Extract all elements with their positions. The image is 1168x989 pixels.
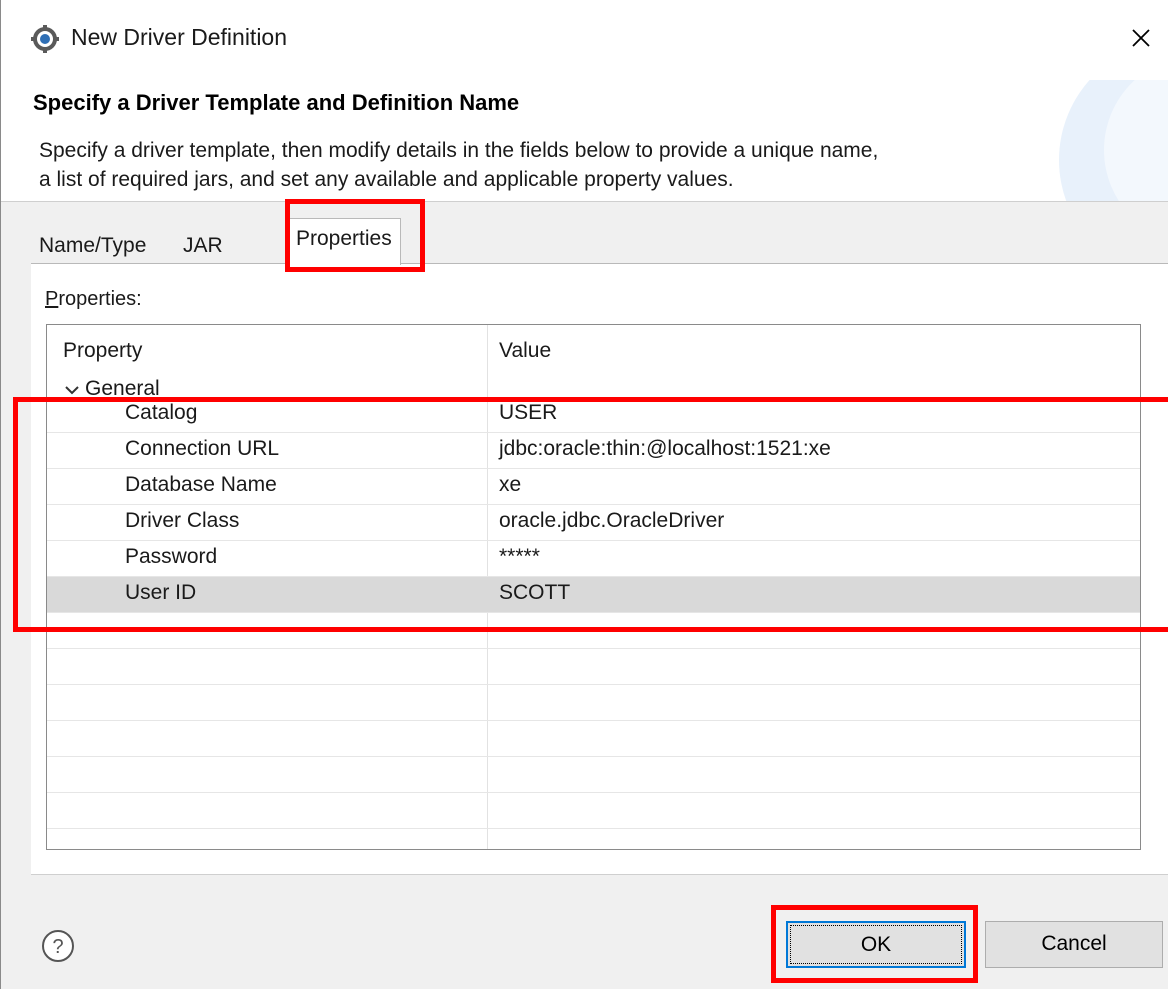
ok-button[interactable]: OK — [786, 921, 966, 968]
group-row-general[interactable]: General — [47, 377, 1140, 397]
empty-row — [47, 721, 1140, 757]
properties-label: Properties: — [45, 288, 142, 311]
tab-name-type[interactable]: Name/Type — [31, 228, 154, 264]
properties-label-mnemonic: P — [45, 288, 59, 310]
driver-gear-icon — [31, 25, 59, 53]
title-bar: New Driver Definition — [1, 0, 1168, 80]
window-title: New Driver Definition — [71, 24, 288, 50]
property-name: User ID — [125, 581, 197, 604]
property-name: Driver Class — [125, 509, 240, 532]
properties-label-text: roperties: — [58, 288, 142, 310]
table-row[interactable]: Password ***** — [47, 541, 1140, 577]
property-name: Catalog — [125, 401, 198, 424]
empty-row — [47, 649, 1140, 685]
empty-row — [47, 685, 1140, 721]
tab-jar-list[interactable]: JAR List — [175, 228, 231, 293]
banner-heading: Specify a Driver Template and Definition… — [33, 90, 520, 115]
group-label: General — [65, 377, 160, 397]
property-name: Database Name — [125, 473, 277, 496]
banner-graphic — [1059, 80, 1168, 201]
banner-description-line2: a list of required jars, and set any ava… — [39, 168, 734, 191]
property-value[interactable]: SCOTT — [499, 581, 570, 605]
empty-row — [47, 613, 1140, 649]
wizard-banner: Specify a Driver Template and Definition… — [1, 80, 1168, 202]
table-row[interactable]: Database Name xe — [47, 469, 1140, 505]
new-driver-definition-dialog: New Driver Definition Specify a Driver T… — [0, 0, 1168, 989]
svg-text:?: ? — [52, 936, 63, 958]
tab-properties[interactable]: Properties — [287, 218, 401, 265]
property-name: Connection URL — [125, 437, 280, 460]
table-row[interactable]: Connection URL jdbc:oracle:thin:@localho… — [47, 433, 1140, 469]
cancel-button[interactable]: Cancel — [985, 921, 1163, 968]
group-name: General — [85, 377, 160, 397]
close-icon[interactable] — [1119, 16, 1163, 60]
property-value[interactable]: USER — [499, 401, 557, 425]
column-header-value[interactable]: Value — [499, 339, 551, 363]
property-value[interactable]: jdbc:oracle:thin:@localhost:1521:xe — [499, 437, 831, 461]
properties-table[interactable]: Property Value General Catalog USER Conn… — [46, 324, 1141, 850]
banner-description-line1: Specify a driver template, then modify d… — [39, 139, 879, 162]
property-value[interactable]: ***** — [499, 545, 540, 569]
property-value[interactable]: oracle.jdbc.OracleDriver — [499, 509, 724, 533]
property-value[interactable]: xe — [499, 473, 521, 497]
help-icon[interactable]: ? — [41, 929, 75, 963]
properties-tab-panel: Properties: Property Value General Catal… — [31, 263, 1168, 875]
table-row-selected[interactable]: User ID SCOTT — [47, 577, 1140, 613]
banner-description: Specify a driver template, then modify d… — [39, 136, 1099, 194]
empty-row — [47, 793, 1140, 829]
table-row[interactable]: Driver Class oracle.jdbc.OracleDriver — [47, 505, 1140, 541]
property-name: Password — [125, 545, 218, 568]
chevron-down-icon[interactable] — [65, 377, 85, 397]
empty-row — [47, 757, 1140, 793]
column-header-property[interactable]: Property — [63, 339, 142, 363]
table-row[interactable]: Catalog USER — [47, 397, 1140, 433]
table-header: Property Value — [47, 325, 1140, 377]
